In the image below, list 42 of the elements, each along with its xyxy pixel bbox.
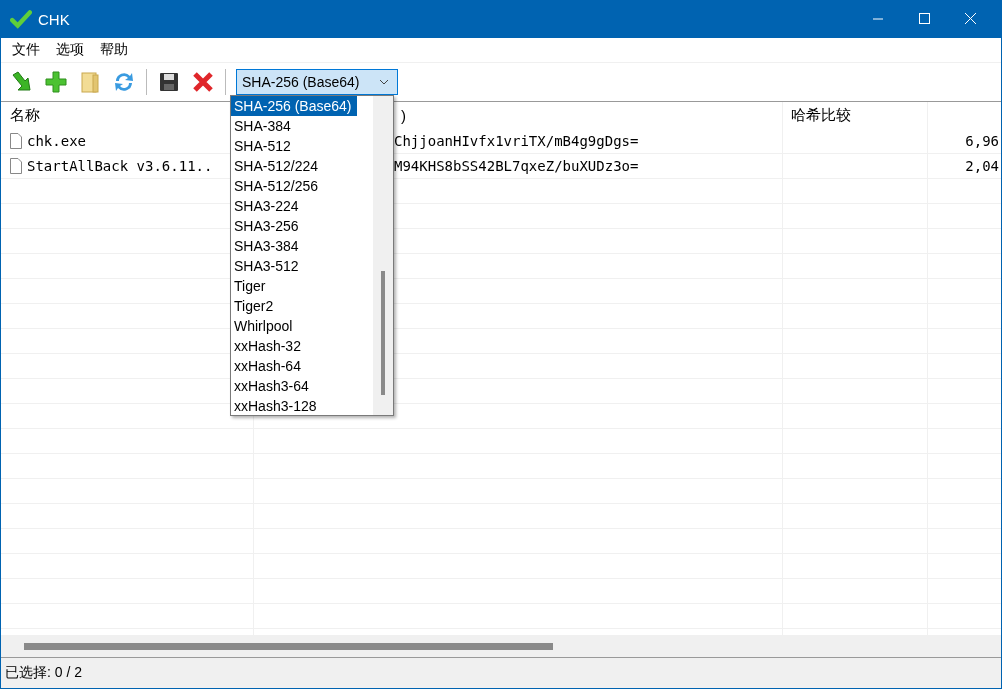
dropdown-option[interactable]: SHA-384 bbox=[231, 116, 373, 136]
arrow-icon[interactable] bbox=[10, 70, 34, 94]
scrollbar-thumb[interactable] bbox=[381, 271, 385, 395]
window-title: CHK bbox=[38, 10, 70, 28]
dropdown-option[interactable]: SHA3-256 bbox=[231, 216, 373, 236]
column-header[interactable]: ) bbox=[401, 107, 406, 124]
table-cell: chk.exe bbox=[27, 133, 86, 149]
dropdown-option[interactable]: SHA3-384 bbox=[231, 236, 373, 256]
algorithm-dropdown[interactable]: SHA-256 (Base64) bbox=[236, 69, 398, 95]
table-cell: M94KHS8bSS42BL7qxeZ/buXUDz3o= bbox=[394, 158, 639, 174]
dropdown-option[interactable]: SHA-512/224 bbox=[231, 156, 373, 176]
menu-item[interactable]: 帮助 bbox=[92, 41, 136, 59]
scrollbar-thumb[interactable] bbox=[24, 642, 553, 650]
dropdown-option[interactable]: SHA-256 (Base64) bbox=[231, 96, 357, 116]
table-cell: StartAllBack v3.6.11.. bbox=[27, 158, 213, 174]
dropdown-option[interactable]: xxHash3-64 bbox=[231, 376, 373, 396]
folder-icon[interactable] bbox=[78, 70, 102, 94]
dropdown-option[interactable]: SHA3-224 bbox=[231, 196, 373, 216]
column-header[interactable]: 哈希比较 bbox=[791, 106, 851, 125]
dropdown-option[interactable]: SHA-512 bbox=[231, 136, 373, 156]
table-cell: 6,96 bbox=[965, 133, 999, 149]
menu-item[interactable]: 选项 bbox=[48, 41, 92, 59]
column-header[interactable]: 名称 bbox=[10, 106, 40, 125]
dropdown-option[interactable]: Tiger2 bbox=[231, 296, 373, 316]
refresh-icon[interactable] bbox=[112, 70, 136, 94]
table-cell: 2,04 bbox=[965, 158, 999, 174]
checkmark-icon bbox=[10, 8, 32, 30]
dropdown-option[interactable]: Tiger bbox=[231, 276, 373, 296]
dropdown-option[interactable]: SHA3-512 bbox=[231, 256, 373, 276]
file-icon bbox=[10, 133, 22, 149]
file-icon bbox=[10, 158, 22, 174]
menu-item[interactable]: 文件 bbox=[4, 41, 48, 59]
dropdown-option[interactable]: SHA-512/256 bbox=[231, 176, 373, 196]
dropdown-option[interactable]: xxHash3-128 bbox=[231, 396, 373, 416]
dropdown-option[interactable]: xxHash-64 bbox=[231, 356, 373, 376]
status-text: 已选择: 0 / 2 bbox=[1, 657, 1001, 688]
table-cell: ChjjoanHIvfx1vriTX/mB4g9gDgs= bbox=[394, 133, 639, 149]
plus-icon[interactable] bbox=[44, 70, 68, 94]
dropdown-option[interactable]: xxHash-32 bbox=[231, 336, 373, 356]
chevron-icon bbox=[379, 79, 389, 85]
delete-icon[interactable] bbox=[191, 70, 215, 94]
dropdown-option[interactable]: Whirlpool bbox=[231, 316, 373, 336]
